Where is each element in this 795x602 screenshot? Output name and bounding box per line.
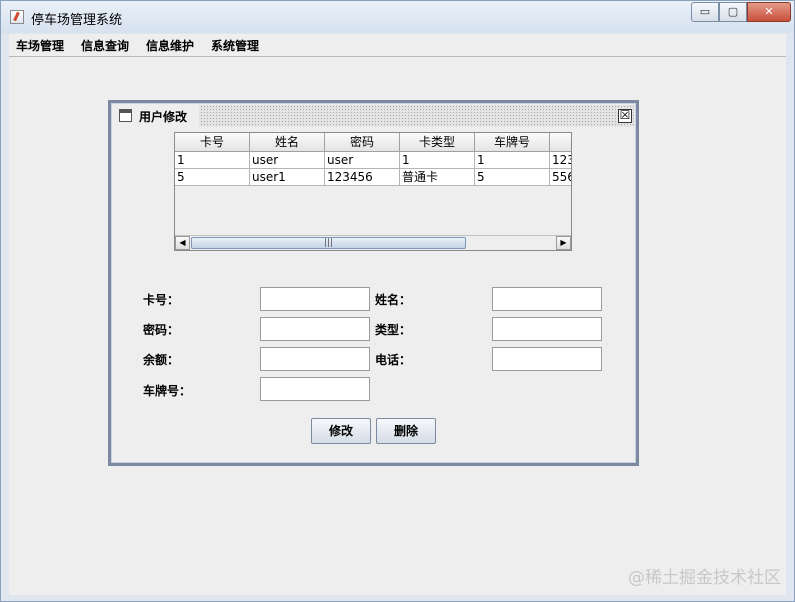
column-header-card-type[interactable]: 卡类型 (400, 133, 475, 152)
plate-label: 车牌号： (143, 384, 192, 398)
frame-title: 用户修改 (139, 110, 188, 124)
column-header-extra[interactable] (550, 133, 571, 152)
frame-title-area: 用户修改 (113, 105, 199, 127)
modify-button[interactable]: 修改 (311, 418, 371, 444)
cell-plate[interactable]: 1 (475, 152, 550, 169)
cell-password[interactable]: 123456 (325, 169, 400, 186)
name-field[interactable] (492, 287, 602, 311)
cell-card-no[interactable]: 5 (175, 169, 250, 186)
cell-name[interactable]: user (250, 152, 325, 169)
user-table-scrollpane[interactable]: 卡号 姓名 密码 卡类型 车牌号 1 user user 1 1 123 5 u… (174, 132, 572, 251)
type-field[interactable] (492, 317, 602, 341)
cell-password[interactable]: user (325, 152, 400, 169)
phone-field[interactable] (492, 347, 602, 371)
column-header-plate[interactable]: 车牌号 (475, 133, 550, 152)
phone-label: 电话： (375, 353, 412, 367)
app-icon (10, 10, 24, 24)
column-header-name[interactable]: 姓名 (250, 133, 325, 152)
password-field[interactable] (260, 317, 370, 341)
menu-system-management[interactable]: 系统管理 (211, 37, 259, 54)
type-label: 类型： (375, 323, 412, 337)
close-button[interactable]: ✕ (747, 2, 791, 22)
frame-window-icon (119, 109, 132, 122)
cell-extra[interactable]: 123 (550, 152, 571, 169)
plate-field[interactable] (260, 377, 370, 401)
frame-close-button[interactable]: ☒ (618, 109, 632, 123)
balance-field[interactable] (260, 347, 370, 371)
delete-button[interactable]: 删除 (376, 418, 436, 444)
cell-plate[interactable]: 5 (475, 169, 550, 186)
maximize-button[interactable]: ▢ (719, 2, 747, 22)
minimize-button[interactable]: ▭ (691, 2, 719, 22)
watermark: @稀土掘金技术社区 (628, 568, 781, 588)
balance-label: 余额： (143, 353, 180, 367)
window-title: 停车场管理系统 (31, 13, 123, 28)
name-label: 姓名： (375, 293, 412, 307)
scrollbar-thumb[interactable]: ||| (191, 237, 466, 249)
card-no-label: 卡号： (143, 293, 180, 307)
scroll-right-arrow-icon[interactable]: ▶ (556, 236, 571, 250)
window-titlebar[interactable]: 停车场管理系统 ▭ ▢ ✕ (1, 1, 794, 33)
menu-info-query[interactable]: 信息查询 (81, 37, 129, 54)
horizontal-scrollbar[interactable]: ◀ ||| ▶ (175, 235, 571, 250)
column-header-card-no[interactable]: 卡号 (175, 133, 250, 152)
cell-card-type[interactable]: 普通卡 (400, 169, 475, 186)
scroll-left-arrow-icon[interactable]: ◀ (175, 236, 190, 250)
menu-parking-management[interactable]: 车场管理 (16, 37, 64, 54)
frame-titlebar[interactable]: 用户修改 ☒ (113, 105, 634, 127)
cell-card-no[interactable]: 1 (175, 152, 250, 169)
card-no-field[interactable] (260, 287, 370, 311)
cell-extra[interactable]: 556 (550, 169, 571, 186)
menu-info-maintenance[interactable]: 信息维护 (146, 37, 194, 54)
cell-card-type[interactable]: 1 (400, 152, 475, 169)
column-header-password[interactable]: 密码 (325, 133, 400, 152)
menubar: 车场管理 信息查询 信息维护 系统管理 (9, 34, 786, 57)
cell-name[interactable]: user1 (250, 169, 325, 186)
password-label: 密码： (143, 323, 180, 337)
